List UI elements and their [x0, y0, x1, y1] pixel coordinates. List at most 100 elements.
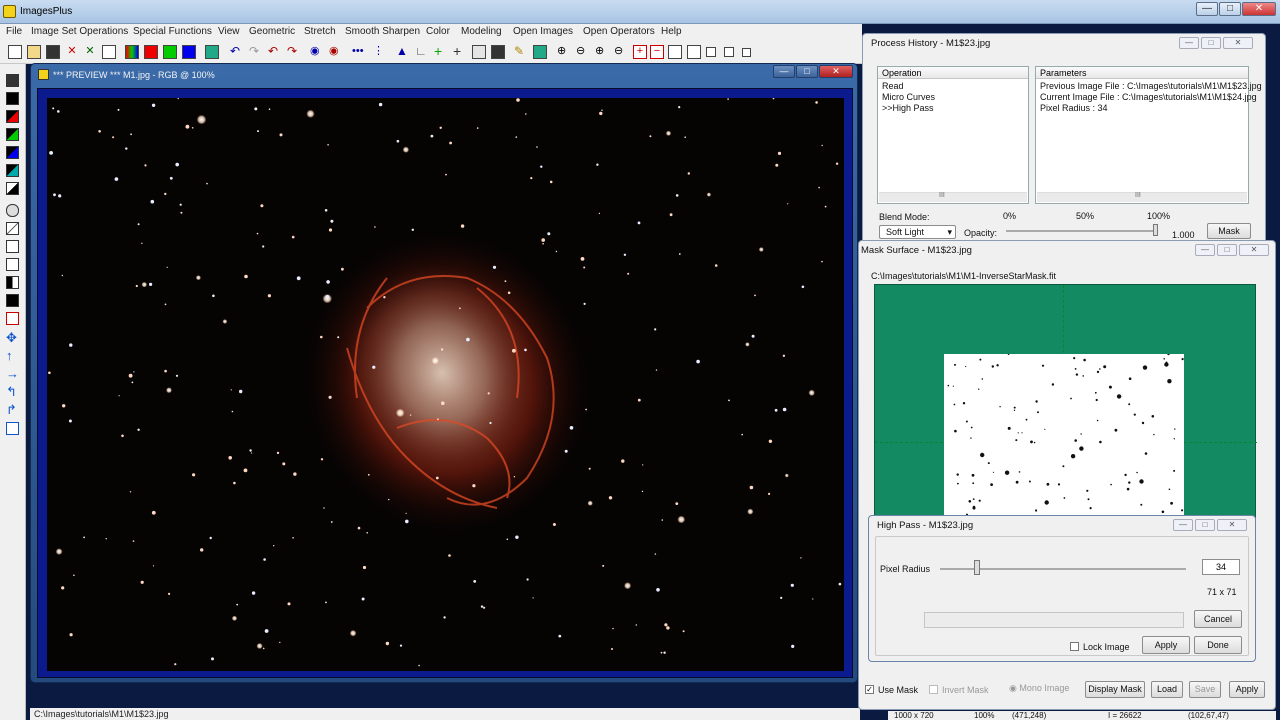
add-region-icon[interactable]: + — [633, 45, 647, 59]
delete-icon[interactable]: ✕ — [65, 45, 79, 59]
gradient-tool-icon[interactable] — [6, 222, 19, 235]
load-button[interactable]: Load — [1151, 681, 1183, 698]
green-split-icon[interactable] — [6, 128, 19, 141]
blend-mode-select[interactable]: Soft Light ▾ — [879, 225, 956, 239]
zoom-out-icon[interactable]: ⊖ — [576, 45, 590, 59]
done-button[interactable]: Done — [1194, 636, 1242, 654]
ph-close-button[interactable]: ✕ — [1223, 37, 1253, 49]
operation-list[interactable]: Operation Read Micro Curves >>High Pass … — [877, 66, 1029, 204]
black-point-icon[interactable] — [6, 92, 19, 105]
frame-icon-3[interactable] — [706, 47, 716, 57]
invert-mask-checkbox[interactable] — [929, 685, 938, 694]
high-pass-apply-button[interactable]: Apply — [1142, 636, 1190, 654]
crosshair-icon[interactable]: + — [453, 44, 467, 59]
mask-button[interactable]: Mask — [1207, 223, 1251, 239]
star-point-icon[interactable]: ◉ — [329, 45, 343, 59]
operation-header[interactable]: Operation — [878, 67, 1028, 79]
blue-split-icon[interactable] — [6, 146, 19, 159]
undo-all-icon[interactable]: ↶ — [268, 45, 282, 59]
frame-icon-1[interactable] — [668, 45, 682, 59]
new-file-icon[interactable] — [8, 45, 22, 59]
grid-overlay-icon[interactable] — [533, 45, 547, 59]
astro-image[interactable] — [47, 97, 844, 671]
remove-region-icon[interactable]: − — [650, 45, 664, 59]
menu-geometric[interactable]: Geometric — [249, 26, 295, 37]
pixel-radius-input[interactable]: 34 — [1202, 559, 1240, 575]
preview-minimize-button[interactable]: — — [773, 65, 795, 78]
rotate-left-icon[interactable]: ↰ — [6, 385, 19, 399]
ms-maximize-button[interactable]: □ — [1217, 244, 1237, 256]
zoom-in-icon[interactable]: ⊕ — [557, 45, 571, 59]
menu-view[interactable]: View — [218, 26, 240, 37]
flip-icon[interactable] — [6, 422, 19, 435]
region-tool-icon[interactable] — [6, 258, 19, 271]
menu-smooth-sharpen[interactable]: Smooth Sharpen — [345, 26, 420, 37]
redo-all-icon[interactable]: ↷ — [287, 45, 301, 59]
menu-modeling[interactable]: Modeling — [461, 26, 502, 37]
zoom-reset-icon[interactable]: ⊖ — [614, 45, 628, 59]
cancel-button[interactable]: Cancel — [1194, 610, 1242, 628]
crosshair-green-icon[interactable]: + — [434, 44, 448, 59]
arrow-right-icon[interactable]: → — [6, 367, 19, 381]
close-button[interactable]: ✕ — [1242, 2, 1276, 16]
select-icon[interactable] — [472, 45, 486, 59]
mask-tool-icon[interactable] — [6, 240, 19, 253]
move-icon[interactable]: ✥ — [6, 331, 19, 345]
menu-special-functions[interactable]: Special Functions — [133, 26, 212, 37]
menu-stretch[interactable]: Stretch — [304, 26, 336, 37]
white-split-icon[interactable] — [6, 182, 19, 195]
parameters-header[interactable]: Parameters — [1036, 67, 1248, 79]
operation-micro-curves[interactable]: Micro Curves — [882, 92, 935, 102]
dots-icon[interactable]: ••• — [352, 45, 366, 59]
save-icon-left[interactable] — [6, 74, 19, 87]
menu-help[interactable]: Help — [661, 26, 682, 37]
save-button[interactable]: Save — [1189, 681, 1221, 698]
mask-apply-button[interactable]: Apply — [1229, 681, 1265, 698]
maximize-button[interactable]: □ — [1219, 2, 1241, 16]
blue-channel-icon[interactable] — [182, 45, 196, 59]
ph-minimize-button[interactable]: — — [1179, 37, 1199, 49]
pixel-radius-thumb[interactable] — [974, 560, 980, 575]
zoom-fit-icon[interactable]: ⊕ — [595, 45, 609, 59]
operation-hscroll[interactable]: III — [879, 192, 1027, 202]
cyan-split-icon[interactable] — [6, 164, 19, 177]
parameters-hscroll[interactable]: III — [1037, 192, 1247, 202]
arrow-up-icon[interactable]: ↑ — [6, 349, 19, 363]
preview-maximize-button[interactable]: □ — [796, 65, 818, 78]
menu-open-operators[interactable]: Open Operators — [583, 26, 655, 37]
menu-open-images[interactable]: Open Images — [513, 26, 573, 37]
menu-file[interactable]: File — [6, 26, 22, 37]
menu-image-set-operations[interactable]: Image Set Operations — [31, 26, 128, 37]
hp-maximize-button[interactable]: □ — [1195, 519, 1215, 531]
undo-icon[interactable]: ↶ — [230, 45, 244, 59]
parameters-list[interactable]: Parameters Previous Image File : C:\Imag… — [1035, 66, 1262, 204]
menu-color[interactable]: Color — [426, 26, 450, 37]
mask-preview-area[interactable] — [874, 284, 1257, 522]
redo-icon[interactable]: ↷ — [249, 45, 263, 59]
mono-image-radio[interactable]: ◉ Mono Image — [1009, 683, 1069, 694]
rgb-channels-icon[interactable] — [125, 45, 139, 59]
preview-close-button[interactable]: ✕ — [819, 65, 853, 78]
operation-read[interactable]: Read — [882, 81, 904, 91]
black-layer-icon[interactable] — [6, 294, 19, 307]
ms-close-button[interactable]: ✕ — [1239, 244, 1269, 256]
display-mask-button[interactable]: Display Mask — [1085, 681, 1145, 698]
circle-tool-icon[interactable] — [6, 204, 19, 217]
opacity-slider[interactable] — [1006, 230, 1156, 232]
open-folder-icon[interactable] — [27, 45, 41, 59]
close-image-icon[interactable]: ✕ — [83, 45, 97, 59]
use-mask-checkbox[interactable]: ✓ — [865, 685, 874, 694]
lock-image-checkbox[interactable] — [1070, 642, 1079, 651]
operation-high-pass[interactable]: >>High Pass — [882, 103, 934, 113]
grid-icon[interactable] — [205, 45, 219, 59]
measure-icon[interactable]: ⋮ — [373, 45, 387, 59]
opacity-slider-thumb[interactable] — [1153, 224, 1158, 236]
minimize-button[interactable]: — — [1196, 2, 1218, 16]
hp-minimize-button[interactable]: — — [1173, 519, 1193, 531]
red-channel-icon[interactable] — [144, 45, 158, 59]
rotate-right-icon[interactable]: ↱ — [6, 403, 19, 417]
frame-icon-2[interactable] — [687, 45, 701, 59]
pencil-icon[interactable]: ✎ — [514, 45, 528, 59]
red-select-icon[interactable] — [6, 312, 19, 325]
angle-icon[interactable]: ∟ — [415, 45, 429, 59]
